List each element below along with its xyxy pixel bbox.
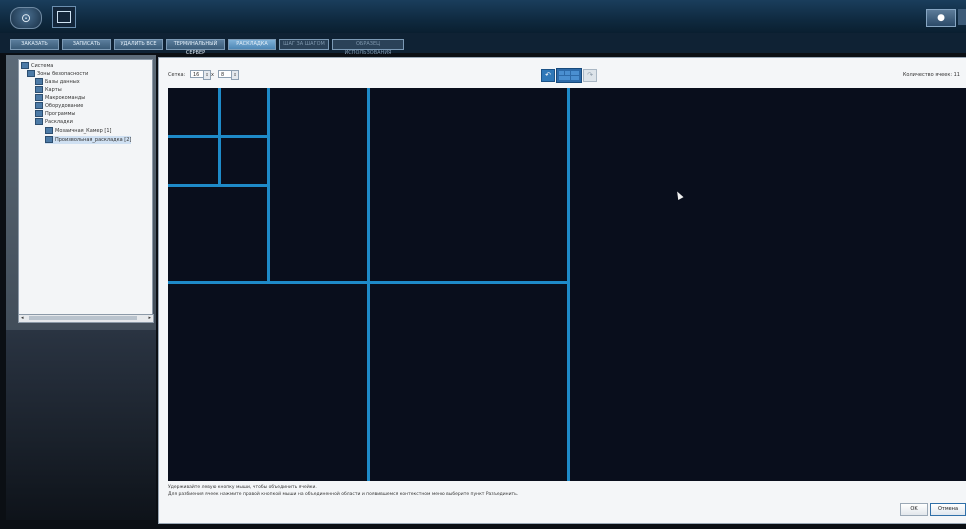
tab-record[interactable]: ЗАПИСАТЬ — [62, 39, 111, 50]
layout-icon — [35, 118, 43, 125]
grid-icon — [45, 127, 53, 134]
system-icon — [21, 62, 29, 69]
grid-preview-cell — [559, 76, 570, 80]
left-panel-background — [6, 330, 156, 520]
tab-delete-all[interactable]: УДАЛИТЬ ВСЕ — [114, 39, 163, 50]
scroll-left-icon[interactable]: ◂ — [21, 315, 24, 321]
cancel-button[interactable]: Отмена — [930, 503, 966, 516]
database-icon — [35, 78, 43, 85]
layout-cell-border — [168, 135, 269, 138]
grid-preview-cell — [571, 76, 579, 80]
layout-cell-border — [168, 281, 569, 284]
tab-terminal-server[interactable]: ТЕРМИНАЛЬНЫЙ СЕРВЕР — [166, 39, 225, 56]
grid-rows-input[interactable]: 8 — [218, 70, 232, 78]
map-icon — [35, 86, 43, 93]
tree-item-maps[interactable]: Карты — [35, 86, 62, 94]
hint-split: Для разбиения ячеек нажмите правой кнопк… — [168, 492, 519, 497]
screen-select-icon[interactable] — [52, 6, 76, 28]
tab-step[interactable]: ШАГ ЗА ШАГОМ — [279, 39, 329, 50]
grid-preview-cell — [565, 71, 570, 75]
cells-count-label: Количество ячеек: 11 — [902, 72, 960, 78]
title-bar: ⊙ ● — [0, 0, 966, 33]
macro-icon — [35, 94, 43, 101]
layout-cell-border — [567, 88, 570, 481]
tree-item-custom-layout[interactable]: Произвольная_раскладка [2] — [45, 136, 132, 144]
undo-icon[interactable]: ↶ — [541, 69, 555, 82]
grid-label: Сетка: — [168, 72, 186, 78]
equipment-icon — [35, 102, 43, 109]
tree-item-equipment[interactable]: Оборудование — [35, 102, 83, 110]
grid-preview-cell — [571, 71, 579, 75]
rows-stepper-icon[interactable]: ⇕ — [231, 70, 239, 80]
main-menu-button[interactable]: ⊙ — [10, 7, 42, 29]
grid-preview-cell — [559, 71, 564, 75]
scrollbar-thumb[interactable] — [29, 316, 137, 320]
tab-strip: ЗАКАЗАТЬ ЗАПИСАТЬ УДАЛИТЬ ВСЕ ТЕРМИНАЛЬН… — [0, 33, 966, 56]
settings-button[interactable]: ● — [926, 9, 956, 27]
program-icon — [35, 110, 43, 117]
tree-item-zones[interactable]: Зоны безопасности — [27, 70, 88, 78]
cols-stepper-icon[interactable]: ⇕ — [203, 70, 211, 80]
grid-preview-icon[interactable] — [556, 68, 582, 83]
folder-icon — [27, 70, 35, 77]
tree-item-layouts[interactable]: Раскладки — [35, 118, 73, 126]
monitor-icon — [57, 11, 71, 23]
grid-cols-input[interactable]: 16 — [190, 70, 204, 78]
tree-item-mosaic[interactable]: Мозаичная_Камер [1] — [45, 127, 111, 135]
tree-horizontal-scrollbar[interactable]: ◂ ▸ — [18, 314, 154, 323]
tab-order[interactable]: ЗАКАЗАТЬ — [10, 39, 59, 50]
layout-canvas[interactable] — [168, 88, 966, 481]
grid-x-label: x — [211, 72, 214, 78]
scroll-right-icon[interactable]: ▸ — [148, 315, 151, 321]
layout-cell-border — [367, 88, 370, 481]
tree-item-macros[interactable]: Макрокоманды — [35, 94, 85, 102]
tree-item-system[interactable]: Система — [21, 62, 53, 70]
grid-icon — [45, 136, 53, 143]
object-tree[interactable]: Система Зоны безопасности Базы данных Ка… — [18, 59, 153, 316]
tab-sample[interactable]: ОБРАЗЕЦ ИСПОЛЬЗОВАНИЯ — [332, 39, 404, 56]
redo-icon[interactable]: ↷ — [583, 69, 597, 82]
hint-merge: Удерживайте левую кнопку мыши, чтобы объ… — [168, 485, 317, 490]
tree-item-databases[interactable]: Базы данных — [35, 78, 80, 86]
tab-layout[interactable]: РАСКЛАДКА — [228, 39, 276, 50]
window-edge-button[interactable] — [958, 9, 966, 25]
tree-item-programs[interactable]: Программы — [35, 110, 75, 118]
ok-button[interactable]: OK — [900, 503, 928, 516]
